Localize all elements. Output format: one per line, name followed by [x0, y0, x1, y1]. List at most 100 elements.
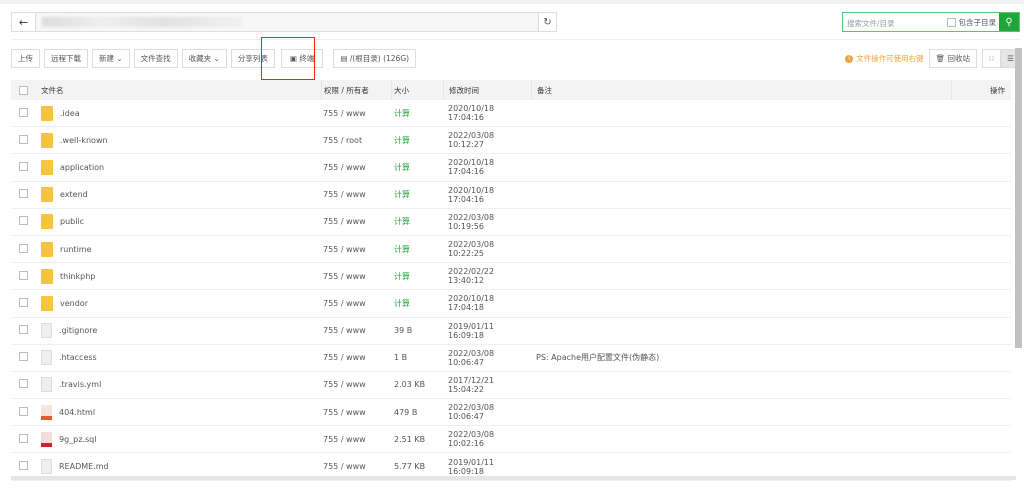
trash-icon: 🗑 — [935, 54, 948, 63]
file-name[interactable]: .gitignore — [59, 326, 97, 335]
file-icon — [41, 323, 52, 339]
size[interactable]: 计算 — [391, 216, 443, 227]
permission[interactable]: 755 / www — [321, 462, 391, 471]
row-checkbox[interactable] — [19, 297, 28, 307]
modified-time: 2022/03/08 10:12:27 — [448, 131, 495, 150]
search-icon[interactable]: ⚲ — [999, 13, 1019, 31]
remote-download-button[interactable]: 远程下载 — [44, 49, 88, 68]
col-name[interactable]: 文件名 — [41, 80, 321, 100]
size[interactable]: 计算 — [391, 271, 443, 282]
table-row[interactable]: .travis.yml 755 / www 2.03 KB 2017/12/21… — [11, 372, 1011, 400]
note[interactable]: PS: Apache用户配置文件(伪静态) — [531, 352, 951, 363]
search-box: 搜索文件/目录 包含子目录 ⚲ — [842, 12, 1020, 32]
table-row[interactable]: 9g_pz.sql 755 / www 2.51 KB 2022/03/08 1… — [11, 426, 1011, 454]
permission[interactable]: 755 / www — [321, 245, 391, 254]
table-row[interactable]: vendor 755 / www 计算 2020/10/18 17:04:18 — [11, 290, 1011, 318]
new-label: 新建 — [99, 54, 114, 63]
file-name[interactable]: .well-known — [60, 136, 108, 145]
row-checkbox[interactable] — [19, 433, 28, 443]
permission[interactable]: 755 / www — [321, 408, 391, 417]
recycle-bin-button[interactable]: 🗑 回收站 — [928, 49, 977, 68]
row-checkbox[interactable] — [19, 461, 28, 471]
row-checkbox[interactable] — [19, 161, 28, 171]
modified-time: 2022/03/08 10:22:25 — [448, 240, 495, 259]
folder-icon — [41, 187, 53, 203]
size[interactable]: 计算 — [391, 244, 443, 255]
size[interactable]: 计算 — [391, 298, 443, 309]
file-name[interactable]: runtime — [60, 245, 92, 254]
table-row[interactable]: .well-known 755 / root 计算 2022/03/08 10:… — [11, 127, 1011, 155]
file-name[interactable]: extend — [60, 190, 88, 199]
table-row[interactable]: .gitignore 755 / www 39 B 2019/01/11 16:… — [11, 318, 1011, 345]
file-icon — [41, 350, 52, 366]
col-mtime[interactable]: 修改时间 — [443, 80, 531, 100]
file-name[interactable]: vendor — [60, 299, 88, 308]
modified-time: 2020/10/18 17:04:16 — [448, 104, 495, 123]
file-name[interactable]: application — [60, 163, 104, 172]
horizontal-scrollbar[interactable] — [11, 476, 1016, 480]
col-perm[interactable]: 权限 / 所有者 — [321, 80, 391, 100]
size: 1 B — [394, 353, 408, 363]
permission[interactable]: 755 / www — [321, 190, 391, 199]
file-name[interactable]: 404.html — [59, 408, 95, 417]
search-input[interactable]: 搜索文件/目录 — [843, 13, 947, 31]
file-name[interactable]: public — [60, 217, 84, 226]
include-subdir-checkbox[interactable]: 包含子目录 — [946, 13, 1000, 31]
table-row[interactable]: extend 755 / www 计算 2020/10/18 17:04:16 — [11, 182, 1011, 209]
permission[interactable]: 755 / www — [321, 299, 391, 308]
file-name[interactable]: 9g_pz.sql — [59, 435, 96, 444]
modified-time: 2019/01/11 16:09:18 — [448, 321, 495, 340]
disk-button[interactable]: ▤ /(根目录) (126G) — [333, 49, 417, 68]
upload-button[interactable]: 上传 — [11, 49, 40, 68]
row-checkbox[interactable] — [19, 107, 28, 117]
table-row[interactable]: 404.html 755 / www 479 B 2022/03/08 10:0… — [11, 399, 1011, 427]
new-button[interactable]: 新建 ⌄ — [92, 49, 130, 68]
back-arrow-icon[interactable]: ← — [12, 13, 36, 31]
file-name[interactable]: .idea — [60, 109, 80, 118]
row-checkbox[interactable] — [19, 134, 28, 144]
table-row[interactable]: public 755 / www 计算 2022/03/08 10:19:56 — [11, 209, 1011, 236]
table-row[interactable]: thinkphp 755 / www 计算 2022/02/22 13:40:1… — [11, 263, 1011, 291]
path-bar[interactable]: ← ↻ — [11, 12, 557, 32]
permission[interactable]: 755 / www — [321, 272, 391, 281]
table-row[interactable]: .htaccess 755 / www 1 B 2022/03/08 10:06… — [11, 345, 1011, 372]
permission[interactable]: 755 / www — [321, 353, 391, 362]
vertical-scrollbar[interactable] — [1015, 48, 1022, 348]
table-row[interactable]: runtime 755 / www 计算 2022/03/08 10:22:25 — [11, 236, 1011, 264]
grid-view-icon[interactable]: ∷ — [982, 49, 1001, 68]
permission[interactable]: 755 / www — [321, 109, 391, 118]
size[interactable]: 计算 — [391, 108, 443, 119]
checkbox[interactable] — [946, 17, 956, 27]
permission[interactable]: 755 / www — [321, 217, 391, 226]
row-checkbox[interactable] — [19, 379, 28, 389]
modified-time: 2019/01/11 16:09:18 — [448, 457, 495, 476]
folder-icon — [41, 295, 53, 311]
size[interactable]: 计算 — [391, 189, 443, 200]
table-row[interactable]: .idea 755 / www 计算 2020/10/18 17:04:16 — [11, 100, 1011, 128]
favorites-button[interactable]: 收藏夹 ⌄ — [181, 49, 227, 68]
permission[interactable]: 755 / root — [321, 136, 391, 145]
row-checkbox[interactable] — [19, 189, 28, 199]
permission[interactable]: 755 / www — [321, 326, 391, 335]
row-checkbox[interactable] — [19, 352, 28, 362]
table-row[interactable]: application 755 / www 计算 2020/10/18 17:0… — [11, 154, 1011, 182]
size[interactable]: 计算 — [391, 135, 443, 146]
row-checkbox[interactable] — [19, 216, 28, 226]
permission[interactable]: 755 / www — [321, 380, 391, 389]
row-checkbox[interactable] — [19, 243, 28, 253]
row-checkbox[interactable] — [19, 406, 28, 416]
file-name[interactable]: .htaccess — [59, 353, 97, 362]
file-name[interactable]: README.md — [59, 462, 109, 471]
row-checkbox[interactable] — [19, 325, 28, 335]
file-name[interactable]: thinkphp — [60, 272, 95, 281]
permission[interactable]: 755 / www — [321, 435, 391, 444]
include-subdir-label: 包含子目录 — [958, 17, 997, 27]
row-checkbox[interactable] — [19, 270, 28, 280]
size[interactable]: 计算 — [391, 162, 443, 173]
permission[interactable]: 755 / www — [321, 163, 391, 172]
select-all-checkbox[interactable] — [19, 85, 28, 95]
find-file-button[interactable]: 文件查找 — [133, 49, 178, 68]
file-name[interactable]: .travis.yml — [59, 380, 101, 389]
refresh-icon[interactable]: ↻ — [538, 13, 556, 31]
col-size[interactable]: 大小 — [391, 80, 443, 100]
